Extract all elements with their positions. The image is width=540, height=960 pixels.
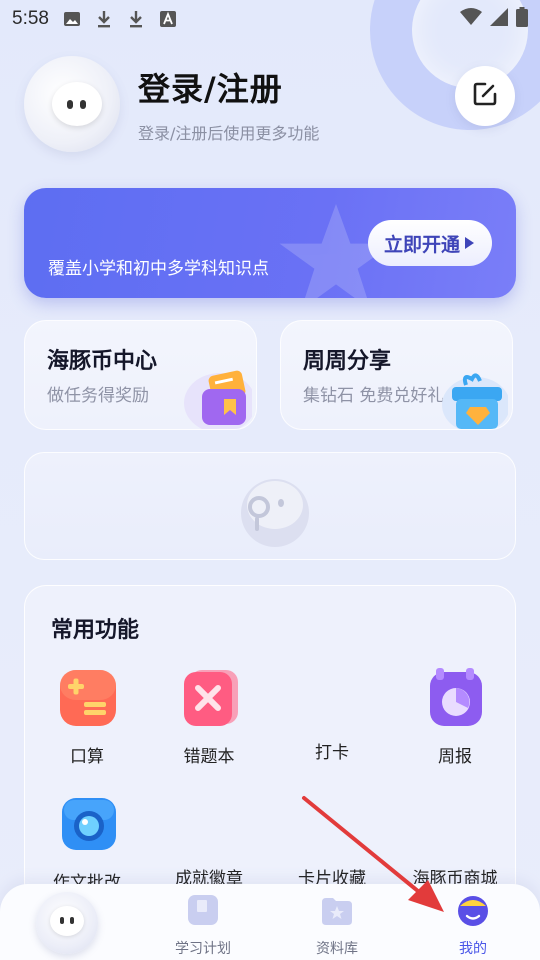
download-icon — [95, 10, 113, 28]
login-register-subtitle: 登录/注册后使用更多功能 — [138, 124, 320, 143]
vip-membership-card[interactable]: 覆盖小学和初中多学科知识点 立即开通 — [24, 188, 516, 298]
tab-mine[interactable]: 我的 — [418, 892, 528, 958]
battery-icon — [516, 6, 528, 32]
mascot-magnifier-icon — [241, 479, 309, 547]
avatar[interactable] — [24, 56, 120, 152]
feature-achievement-badges[interactable]: 成就徽章 — [154, 790, 264, 889]
camera-lens-icon — [62, 798, 116, 850]
activate-now-button[interactable]: 立即开通 — [367, 220, 492, 266]
weekly-share-title: 周周分享 — [303, 349, 392, 374]
weekly-share-subtitle: 集钻石 免费兑好礼 — [303, 386, 445, 406]
tab-resource-library[interactable]: 资料库 — [282, 892, 392, 958]
study-plan-icon — [188, 895, 218, 925]
tab-label: 学习计划 — [175, 941, 231, 957]
feature-dolphin-coin-mall[interactable]: 海豚币商城 — [400, 790, 510, 889]
feature-oral-calc[interactable]: 口算 — [32, 664, 142, 767]
wifi-icon — [460, 7, 482, 31]
tab-home[interactable] — [36, 892, 98, 954]
status-bar: 5:58 — [0, 0, 540, 38]
image-icon — [63, 10, 81, 28]
mascot-face-icon — [50, 906, 84, 936]
oral-calculation-icon — [60, 670, 116, 726]
text-a-icon — [159, 10, 177, 28]
common-features-title: 常用功能 — [51, 618, 140, 643]
vip-description: 覆盖小学和初中多学科知识点 — [48, 259, 269, 279]
edit-button[interactable] — [455, 66, 515, 126]
card-collection-icon — [299, 790, 365, 856]
feature-weekly-report[interactable]: 周报 — [400, 664, 510, 767]
weekly-share-card[interactable]: 周周分享 集钻石 免费兑好礼 — [280, 320, 513, 430]
feature-label: 打卡 — [315, 743, 349, 763]
download-icon — [127, 10, 145, 28]
feature-card-collection[interactable]: 卡片收藏 — [277, 790, 387, 889]
status-time: 5:58 — [12, 8, 49, 29]
achievement-badge-icon — [176, 790, 242, 856]
wallet-coupon-icon — [184, 370, 252, 429]
activate-now-label: 立即开通 — [383, 233, 460, 256]
profile-header[interactable]: 登录/注册 登录/注册后使用更多功能 — [24, 56, 319, 152]
dolphin-coin-mall-icon — [422, 790, 488, 856]
check-in-icon — [299, 664, 365, 730]
feature-check-in[interactable]: 打卡 — [277, 664, 387, 763]
login-register-title[interactable]: 登录/注册 — [138, 64, 319, 110]
weekly-report-icon — [430, 668, 482, 726]
resource-library-icon — [322, 898, 352, 925]
cellular-signal-icon — [490, 7, 508, 31]
mascot-face-icon — [52, 82, 102, 126]
feature-label: 口算 — [70, 747, 104, 767]
bottom-tab-bar: 学习计划 资料库 我的 — [0, 884, 540, 960]
mistake-book-icon — [184, 670, 238, 726]
dolphin-coin-center-card[interactable]: 海豚币中心 做任务得奖励 — [24, 320, 257, 430]
play-arrow-icon — [464, 232, 474, 254]
dolphin-coin-center-title: 海豚币中心 — [47, 349, 158, 374]
feature-label: 周报 — [438, 747, 472, 767]
promo-banner[interactable] — [24, 452, 516, 560]
feature-mistake-book[interactable]: 错题本 — [154, 664, 264, 767]
mine-icon — [458, 896, 488, 926]
feature-label: 错题本 — [183, 747, 235, 767]
tab-study-plan[interactable]: 学习计划 — [148, 892, 258, 958]
edit-icon — [472, 81, 498, 111]
feature-essay-correction[interactable]: 作文批改 — [32, 790, 142, 893]
tab-label: 我的 — [459, 941, 487, 957]
dolphin-coin-center-subtitle: 做任务得奖励 — [47, 386, 149, 406]
gift-box-icon — [442, 373, 508, 429]
tab-label: 资料库 — [316, 941, 358, 957]
